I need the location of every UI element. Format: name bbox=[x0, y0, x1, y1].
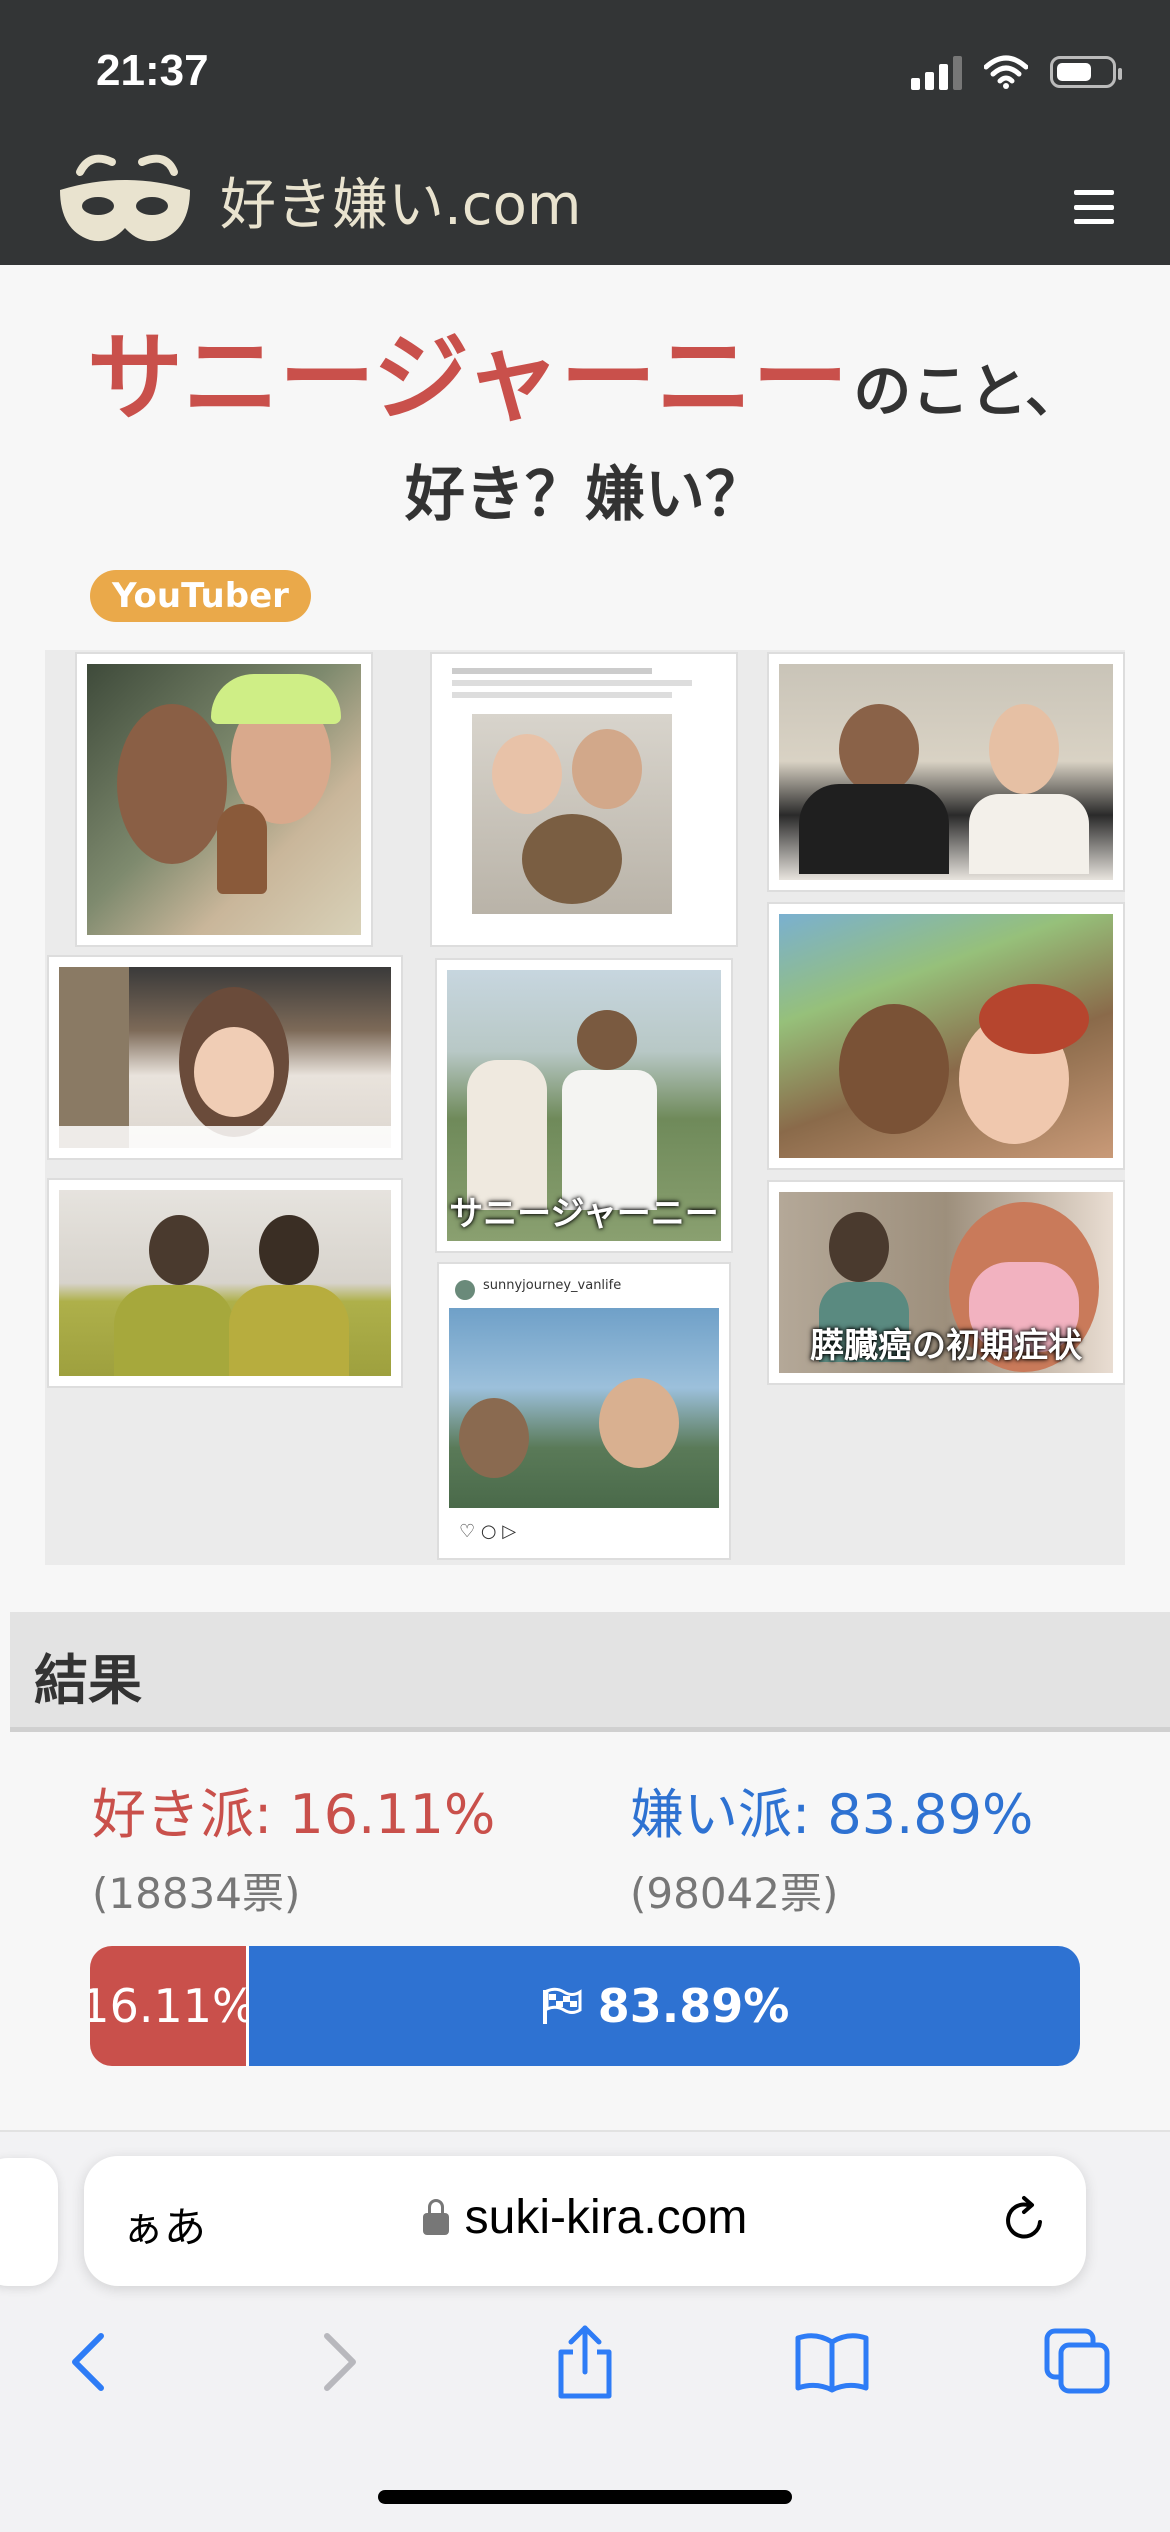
vote-ratio-bar: 16.11% 83.89% bbox=[90, 1946, 1080, 2066]
photo-1[interactable] bbox=[75, 652, 373, 947]
collage-caption-2: 膵臓癌の初期症状 bbox=[810, 1326, 1082, 1366]
mask-logo-icon bbox=[60, 154, 190, 242]
url-text: suki-kira.com bbox=[464, 2191, 748, 2244]
photo-9[interactable]: 膵臓癌の初期症状 bbox=[767, 1180, 1125, 1385]
flag-icon bbox=[542, 1987, 582, 2024]
share-icon[interactable] bbox=[545, 2322, 625, 2402]
photo-4[interactable] bbox=[430, 652, 738, 947]
results-heading-bar: 結果 bbox=[10, 1612, 1170, 1732]
status-time: 21:37 bbox=[96, 46, 209, 95]
status-icons bbox=[911, 52, 1122, 92]
photo-5[interactable]: サニージャーニー bbox=[435, 958, 733, 1253]
site-name: 好き嫌い.com bbox=[220, 172, 582, 238]
photo-3[interactable] bbox=[47, 1178, 403, 1388]
title-suffix: のこと、 bbox=[853, 357, 1084, 425]
collage-caption-1: サニージャーニー bbox=[449, 1194, 719, 1234]
hamburger-menu-icon[interactable] bbox=[1074, 190, 1114, 224]
photo-6[interactable]: sunnyjourney_vanlife ♡ ○ ▷ bbox=[437, 1262, 731, 1560]
home-indicator[interactable] bbox=[378, 2490, 792, 2504]
address-bar[interactable]: ぁあ suki-kira.com bbox=[84, 2156, 1086, 2286]
title-question: 好き？嫌い？ bbox=[405, 460, 765, 530]
subject-name: サニージャーニー bbox=[86, 322, 849, 434]
dislike-bar-segment: 83.89% bbox=[249, 1946, 1080, 2066]
post-action-icons: ♡ ○ ▷ bbox=[459, 1521, 517, 1542]
site-logo[interactable]: 好き嫌い.com bbox=[50, 150, 581, 250]
top-bar: 21:37 好き嫌い.com bbox=[0, 0, 1170, 265]
photo-8[interactable] bbox=[767, 902, 1125, 1170]
like-bar-segment: 16.11% bbox=[90, 1946, 256, 2066]
dislike-bar-label: 83.89% bbox=[597, 1979, 790, 2033]
photo-collage: サニージャーニー sunnyjourney_vanlife ♡ ○ ▷ 膵臓癌の… bbox=[45, 650, 1125, 1565]
page-title: サニージャーニー のこと、 bbox=[0, 300, 1170, 439]
like-bar-label: 16.11% bbox=[90, 1979, 256, 2033]
like-percentage: 好き派: 16.11% bbox=[92, 1783, 496, 1846]
battery-icon bbox=[1050, 56, 1122, 88]
photo-7[interactable] bbox=[767, 652, 1125, 892]
post-account: sunnyjourney_vanlife bbox=[483, 1278, 622, 1293]
bookmarks-icon[interactable] bbox=[792, 2322, 872, 2402]
category-tag[interactable]: YouTuber bbox=[90, 570, 311, 622]
photo-2[interactable] bbox=[47, 955, 403, 1160]
previous-tab-preview[interactable] bbox=[0, 2158, 58, 2286]
cellular-signal-icon bbox=[911, 54, 962, 90]
url-display[interactable]: suki-kira.com bbox=[84, 2190, 1086, 2245]
dislike-vote-count: (98042票) bbox=[630, 1869, 839, 1918]
results-heading: 結果 bbox=[34, 1649, 142, 1712]
reload-icon[interactable] bbox=[996, 2192, 1052, 2248]
dislike-percentage: 嫌い派: 83.89% bbox=[630, 1783, 1034, 1846]
back-icon[interactable] bbox=[48, 2322, 128, 2402]
like-vote-count: (18834票) bbox=[92, 1869, 301, 1918]
tabs-icon[interactable] bbox=[1038, 2322, 1118, 2402]
lock-icon bbox=[422, 2199, 449, 2235]
wifi-icon bbox=[984, 55, 1028, 89]
forward-icon[interactable] bbox=[300, 2322, 380, 2402]
